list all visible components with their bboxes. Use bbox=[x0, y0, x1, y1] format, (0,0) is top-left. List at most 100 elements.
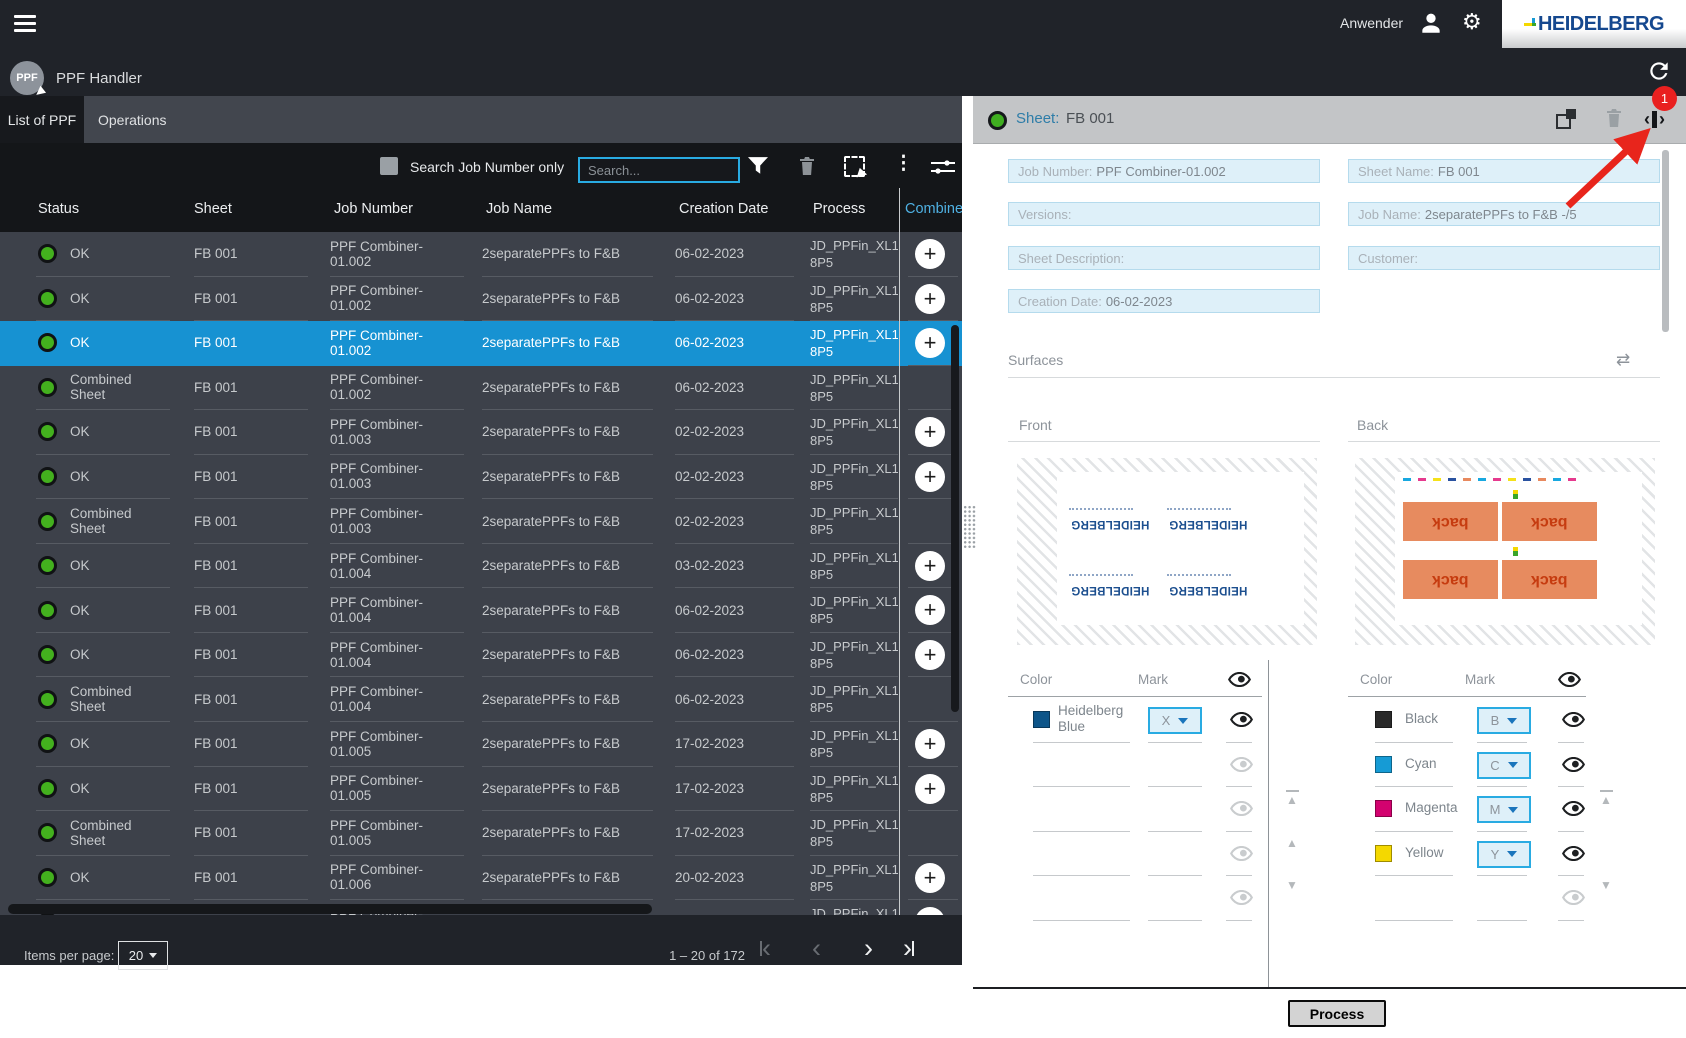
combine-add-button[interactable]: + bbox=[915, 863, 945, 893]
color-row-empty bbox=[1008, 876, 1268, 921]
table-row-selected[interactable]: OK FB 001 PPF Combiner-01.002 2separateP… bbox=[0, 321, 962, 366]
table-horizontal-scrollbar[interactable] bbox=[8, 904, 652, 914]
visibility-toggle-icon[interactable] bbox=[1230, 890, 1253, 905]
column-header-combine[interactable]: Combine bbox=[905, 201, 962, 217]
mark-dropdown[interactable]: C bbox=[1477, 752, 1531, 779]
combine-add-button[interactable]: + bbox=[915, 462, 945, 492]
move-to-top-button[interactable]: ▲ bbox=[1284, 790, 1300, 807]
job-number-field[interactable]: Job Number:PPF Combiner-01.002 bbox=[1008, 159, 1320, 183]
tab-list-of-ppf[interactable]: List of PPF bbox=[0, 96, 84, 143]
visibility-toggle-icon[interactable] bbox=[1230, 712, 1253, 727]
previous-page-button[interactable]: ‹ bbox=[812, 934, 821, 962]
combine-add-button[interactable]: + bbox=[915, 729, 945, 759]
table-row[interactable]: OK FB 001 PPF Combiner-01.005 2separateP… bbox=[0, 767, 962, 812]
divider bbox=[1008, 696, 1262, 697]
column-header-process[interactable]: Process bbox=[813, 201, 865, 217]
process-button[interactable]: Process bbox=[1288, 1000, 1386, 1027]
status-ok-icon bbox=[38, 823, 57, 842]
move-down-button[interactable]: ▼ bbox=[1598, 878, 1614, 892]
combine-add-button[interactable]: + bbox=[915, 328, 945, 358]
sheet-name-field[interactable]: Sheet Name:FB 001 bbox=[1348, 159, 1660, 183]
visibility-toggle-icon[interactable] bbox=[1562, 757, 1585, 772]
back-surface-preview[interactable]: back back back back bbox=[1355, 458, 1655, 645]
job-name-field[interactable]: Job Name:2separatePPFs to F&B -/5 bbox=[1348, 202, 1660, 226]
front-surface-preview[interactable]: HEIDELBERG HEIDELBERG HEIDELBERG HEIDELB… bbox=[1017, 458, 1317, 645]
table-header: Status Sheet Job Number Job Name Creatio… bbox=[0, 188, 962, 232]
tab-operations[interactable]: Operations bbox=[84, 96, 180, 143]
panel-resize-handle[interactable] bbox=[963, 505, 976, 549]
status-text: OK bbox=[70, 647, 90, 662]
collapse-panel-icon[interactable]: ‹› bbox=[1644, 108, 1665, 130]
job-name-cell: 2separatePPFs to F&B bbox=[482, 767, 653, 812]
visibility-toggle-icon[interactable] bbox=[1562, 801, 1585, 816]
combine-add-button[interactable]: + bbox=[915, 907, 945, 915]
settings-gear-icon[interactable]: ⚙ bbox=[1462, 9, 1482, 35]
table-row[interactable]: OK FB 001 PPF Combiner-01.004 2separateP… bbox=[0, 544, 962, 589]
table-row[interactable]: OK FB 001 PPF Combiner-01.003 2separateP… bbox=[0, 455, 962, 500]
status-ok-icon bbox=[38, 734, 57, 753]
next-page-button[interactable]: › bbox=[864, 934, 873, 962]
table-row[interactable]: Combined Sheet FB 001 PPF Combiner-01.00… bbox=[0, 811, 962, 856]
panel-scrollbar[interactable] bbox=[1662, 150, 1669, 332]
front-visibility-header-icon[interactable] bbox=[1228, 672, 1251, 687]
combine-add-button[interactable]: + bbox=[915, 595, 945, 625]
back-visibility-header-icon[interactable] bbox=[1558, 672, 1581, 687]
table-row[interactable]: OK FB 001 PPF Combiner-01.004 2separateP… bbox=[0, 633, 962, 678]
items-per-page-select[interactable]: 20 bbox=[118, 941, 168, 970]
swap-surfaces-icon[interactable]: ⇄ bbox=[1616, 350, 1630, 370]
first-page-button[interactable]: ‹ bbox=[760, 934, 771, 962]
table-row[interactable]: Combined Sheet FB 001 PPF Combiner-01.00… bbox=[0, 366, 962, 411]
notification-badge[interactable]: 1 bbox=[1652, 86, 1677, 111]
sheet-description-field[interactable]: Sheet Description: bbox=[1008, 246, 1320, 270]
visibility-toggle-icon[interactable] bbox=[1230, 757, 1253, 772]
last-page-button[interactable]: › bbox=[903, 934, 914, 962]
column-header-job-number[interactable]: Job Number bbox=[334, 201, 413, 217]
combine-add-button[interactable]: + bbox=[915, 640, 945, 670]
combine-add-button[interactable]: + bbox=[915, 551, 945, 581]
user-avatar-icon[interactable] bbox=[1418, 10, 1444, 36]
customer-field[interactable]: Customer: bbox=[1348, 246, 1660, 270]
search-job-number-checkbox[interactable] bbox=[380, 157, 398, 175]
table-vertical-scrollbar[interactable] bbox=[951, 325, 959, 712]
search-input[interactable] bbox=[578, 157, 740, 183]
table-row[interactable]: OK FB 001 PPF Combiner-01.003 2separateP… bbox=[0, 410, 962, 455]
creation-date-field[interactable]: Creation Date:06-02-2023 bbox=[1008, 289, 1320, 313]
combine-add-button[interactable]: + bbox=[915, 284, 945, 314]
table-row[interactable]: OK FB 001 PPF Combiner-01.002 2separateP… bbox=[0, 277, 962, 322]
mark-dropdown[interactable]: B bbox=[1477, 707, 1531, 734]
move-up-button[interactable]: ▲ bbox=[1284, 836, 1300, 850]
column-header-job-name[interactable]: Job Name bbox=[486, 201, 552, 217]
column-header-sheet[interactable]: Sheet bbox=[194, 201, 232, 217]
more-options-icon[interactable]: ⋮ bbox=[894, 152, 913, 175]
visibility-toggle-icon[interactable] bbox=[1562, 846, 1585, 861]
table-row[interactable]: OK FB 001 PPF Combiner-01.002 2separateP… bbox=[0, 232, 962, 277]
mark-dropdown[interactable]: X bbox=[1148, 707, 1202, 734]
mark-dropdown[interactable]: Y bbox=[1477, 841, 1531, 868]
refresh-icon[interactable] bbox=[1646, 58, 1672, 84]
table-row[interactable]: Combined Sheet FB 001 PPF Combiner-01.00… bbox=[0, 677, 962, 722]
table-row[interactable]: OK FB 001 PPF Combiner-01.006 2separateP… bbox=[0, 856, 962, 901]
visibility-toggle-icon[interactable] bbox=[1562, 712, 1585, 727]
visibility-toggle-icon[interactable] bbox=[1230, 801, 1253, 816]
marquee-select-icon[interactable] bbox=[844, 156, 865, 177]
hamburger-menu-icon[interactable] bbox=[14, 15, 36, 32]
visibility-toggle-icon[interactable] bbox=[1562, 890, 1585, 905]
mark-dropdown[interactable]: M bbox=[1477, 796, 1531, 823]
column-header-status[interactable]: Status bbox=[38, 201, 79, 217]
delete-sheet-icon[interactable] bbox=[1604, 107, 1624, 129]
column-header-creation-date[interactable]: Creation Date bbox=[679, 201, 768, 217]
versions-field[interactable]: Versions: bbox=[1008, 202, 1320, 226]
combine-add-button[interactable]: + bbox=[915, 417, 945, 447]
table-row[interactable]: OK FB 001 PPF Combiner-01.005 2separateP… bbox=[0, 722, 962, 767]
visibility-toggle-icon[interactable] bbox=[1230, 846, 1253, 861]
duplicate-sheet-icon[interactable] bbox=[1556, 109, 1576, 129]
move-down-button[interactable]: ▼ bbox=[1284, 878, 1300, 892]
table-row[interactable]: OK FB 001 PPF Combiner-01.004 2separateP… bbox=[0, 588, 962, 633]
delete-icon[interactable] bbox=[797, 155, 817, 177]
table-row[interactable]: Combined Sheet FB 001 PPF Combiner-01.00… bbox=[0, 499, 962, 544]
move-to-top-button[interactable]: ▲ bbox=[1598, 790, 1614, 807]
combine-add-button[interactable]: + bbox=[915, 774, 945, 804]
filter-icon[interactable] bbox=[748, 156, 768, 176]
column-settings-icon[interactable] bbox=[930, 158, 956, 176]
combine-add-button[interactable]: + bbox=[915, 239, 945, 269]
